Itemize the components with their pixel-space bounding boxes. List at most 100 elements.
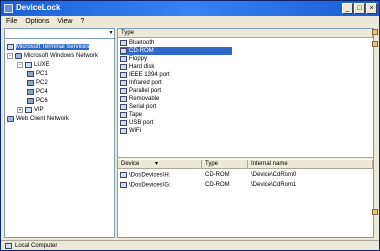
panel-splitter[interactable] — [118, 157, 373, 159]
device-header-label: Device — [121, 161, 140, 167]
expand-icon[interactable]: + — [17, 106, 23, 113]
device-type-label: Floppy — [129, 56, 148, 62]
device-type-label: Infrared port — [129, 80, 162, 86]
device-type-item[interactable]: Parallel port — [120, 87, 165, 95]
device-path-text: \DosDevices\H: — [129, 172, 171, 179]
tree-item[interactable]: Microsoft Terminal Services — [7, 42, 90, 51]
computer-icon — [5, 243, 12, 249]
menu-help[interactable]: ? — [80, 16, 84, 27]
device-path: \DosDevices\H: — [120, 172, 170, 179]
device-type-label: USB port — [129, 120, 154, 126]
tree-item[interactable]: PC4 — [27, 87, 48, 96]
removable-icon — [120, 96, 127, 102]
device-row[interactable]: \DosDevices\G: CD-ROM \Device\CdRom1 — [118, 182, 373, 190]
device-type-label: IEEE 1394 port — [129, 72, 170, 78]
device-type-label: CD-ROM — [129, 48, 154, 54]
domain-icon — [25, 106, 32, 113]
cdrom-icon — [120, 182, 127, 188]
device-type-item[interactable]: Floppy — [120, 55, 151, 63]
device-internal-name: \Device\CdRom1 — [251, 182, 297, 188]
menu-file[interactable]: File — [6, 16, 17, 27]
menu-bar: File Options View ? — [1, 16, 379, 27]
tree-item[interactable]: + VIP — [17, 105, 44, 114]
device-type-item[interactable]: Serial port — [120, 103, 160, 111]
device-type-item[interactable]: IEEE 1394 port — [120, 71, 174, 79]
device-type-item[interactable]: Removable — [120, 95, 163, 103]
device-panel: Type Bluetooth CD-ROM Floppy Hard disk IEEE … — [117, 28, 374, 238]
computer-icon — [27, 70, 34, 77]
collapse-icon[interactable]: - — [7, 52, 13, 59]
cdrom-icon — [120, 172, 127, 178]
device-type-label: Bluetooth — [129, 40, 155, 46]
tree-item[interactable]: - Microsoft Windows Network — [7, 51, 98, 60]
sort-desc-icon: ▾ — [155, 161, 159, 167]
computer-tree-panel: ▼ Microsoft Terminal Services - Microsoft … — [4, 28, 116, 238]
type-column-header-devices[interactable]: Type — [202, 160, 248, 169]
devicelock-app-icon — [4, 4, 13, 13]
tree-item-label: Microsoft Windows Network — [24, 52, 99, 59]
device-type-item[interactable]: USB port — [120, 119, 157, 127]
device-type: CD-ROM — [205, 182, 230, 188]
settings-icon[interactable] — [372, 209, 378, 215]
status-bar: Local Computer — [1, 240, 379, 251]
tree-item[interactable]: PC2 — [27, 78, 48, 87]
device-type-item[interactable]: Bluetooth — [120, 39, 158, 47]
tree-item-label: VIP — [34, 106, 44, 113]
computer-icon — [27, 88, 34, 95]
cdrom-icon — [120, 48, 127, 54]
menu-view[interactable]: View — [57, 16, 72, 27]
device-type-item[interactable]: Infrared port — [120, 79, 166, 87]
device-type-label: Parallel port — [129, 88, 162, 94]
device-path-text: \DosDevices\G: — [129, 182, 171, 189]
type-column-header[interactable]: Type — [118, 29, 373, 38]
collapse-icon[interactable]: - — [17, 61, 23, 68]
device-row[interactable]: \DosDevices\H: CD-ROM \Device\CdRom0 — [118, 172, 373, 180]
maximize-button[interactable]: □ — [354, 3, 365, 14]
parallel-port-icon — [120, 88, 127, 94]
title-bar[interactable]: DeviceLock _ □ × — [1, 1, 379, 16]
device-type-label: Tape — [129, 112, 143, 118]
computer-combo[interactable]: ▼ — [5, 29, 116, 39]
bluetooth-icon — [120, 40, 127, 46]
chevron-down-icon[interactable]: ▼ — [107, 30, 115, 37]
tree-item-label: LUXE — [34, 61, 50, 68]
status-text: Local Computer — [15, 243, 58, 249]
tree-item[interactable]: PC6 — [27, 96, 48, 105]
device-type-item[interactable]: Hard disk — [120, 63, 158, 71]
tape-icon — [120, 112, 127, 118]
unlock-icon[interactable] — [372, 29, 378, 35]
floppy-icon — [120, 56, 127, 62]
devicelock-window: DeviceLock _ □ × File Options View ? ▼ M… — [0, 0, 380, 251]
terminal-services-icon — [7, 43, 14, 50]
device-type-label: Serial port — [129, 104, 157, 110]
device-type-item[interactable]: Tape — [120, 111, 146, 119]
wifi-icon — [120, 128, 127, 134]
computer-icon — [27, 79, 34, 86]
menu-options[interactable]: Options — [25, 16, 49, 27]
tree-item-label: Microsoft Terminal Services — [16, 43, 90, 50]
serial-port-icon — [120, 104, 127, 110]
key-icon[interactable] — [372, 41, 378, 47]
tree-item-label: Web Client Network — [16, 115, 69, 122]
device-type-label: Removable — [129, 96, 160, 102]
close-button[interactable]: × — [366, 3, 377, 14]
device-path: \DosDevices\G: — [120, 182, 171, 189]
computer-icon — [27, 97, 34, 104]
internal-name-column-header[interactable]: Internal name — [248, 160, 373, 169]
device-type-item[interactable]: CD-ROM — [120, 47, 232, 55]
device-column-header[interactable]: Device ▾ — [118, 160, 202, 169]
minimize-button[interactable]: _ — [342, 3, 353, 14]
tree-item-label: PC1 — [36, 70, 48, 77]
ieee1394-icon — [120, 72, 127, 78]
window-title: DeviceLock — [16, 3, 61, 12]
device-type-item[interactable]: WiFi — [120, 127, 145, 135]
tree-item-label: PC4 — [36, 88, 48, 95]
tree-item[interactable]: PC1 — [27, 69, 48, 78]
domain-icon — [25, 61, 32, 68]
device-type-label: Hard disk — [129, 64, 155, 70]
tree-item[interactable]: Web Client Network — [7, 114, 69, 123]
tree-item[interactable]: - LUXE — [17, 60, 50, 69]
tree-item-label: PC6 — [36, 97, 48, 104]
hard-disk-icon — [120, 64, 127, 70]
device-internal-name: \Device\CdRom0 — [251, 172, 297, 178]
